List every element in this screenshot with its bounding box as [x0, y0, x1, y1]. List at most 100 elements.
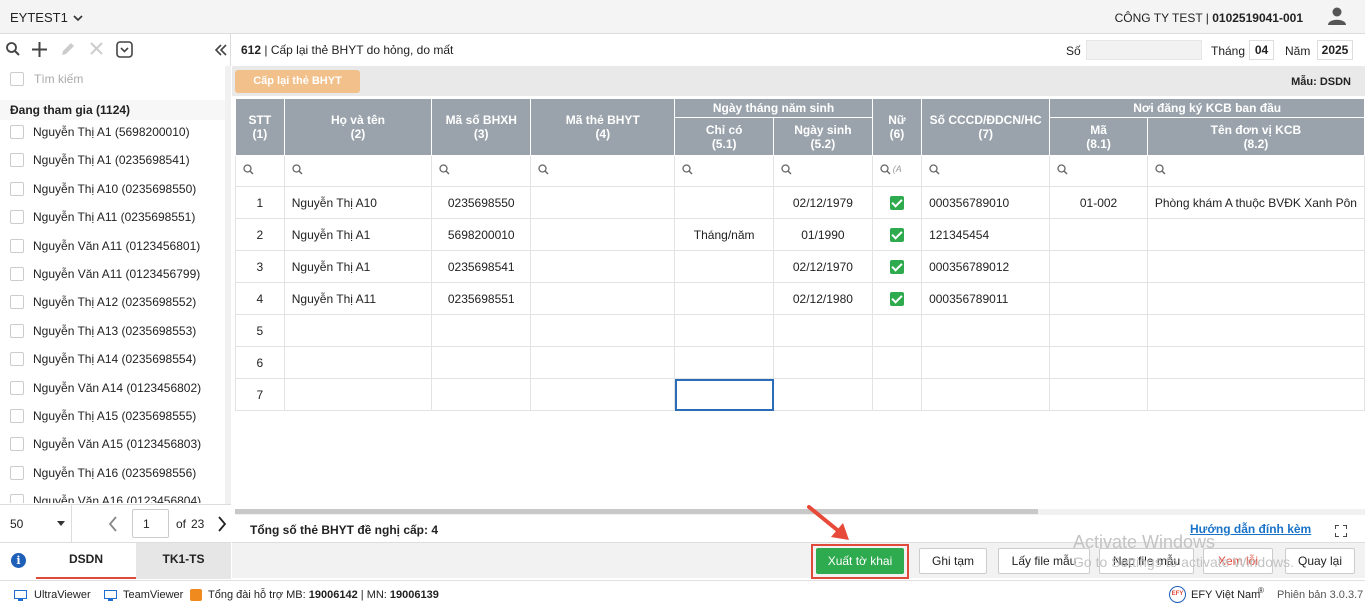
cell-ten-kcb[interactable] — [1146, 218, 1365, 251]
info-icon[interactable]: i — [11, 553, 26, 568]
cell-ten-kcb[interactable] — [1146, 378, 1365, 411]
thang-input[interactable]: 04 — [1249, 40, 1274, 60]
cell-stt[interactable]: 6 — [235, 346, 285, 379]
cell-bhxh[interactable] — [431, 346, 532, 379]
app-switcher[interactable]: EYTEST1 — [10, 10, 83, 25]
ultraviewer-icon[interactable] — [14, 590, 27, 601]
list-item[interactable]: Nguyễn Thị A15 (0235698555) — [10, 408, 225, 428]
cell-ma-kcb[interactable] — [1049, 314, 1148, 347]
cell-cccd[interactable] — [921, 314, 1051, 347]
filter-cell[interactable] — [921, 155, 1051, 187]
quay-lai-button[interactable]: Quay lại — [1285, 548, 1355, 574]
cell-chi-co-selected[interactable] — [674, 378, 775, 411]
fullscreen-icon[interactable] — [1335, 525, 1347, 537]
table-row[interactable]: 3 Nguyễn Thị A1 0235698541 02/12/1970 000356… — [235, 250, 1365, 283]
cell-name[interactable] — [283, 346, 433, 379]
cell-bhyt[interactable] — [530, 282, 676, 315]
cell-stt[interactable]: 3 — [235, 250, 285, 283]
so-input[interactable] — [1086, 40, 1202, 60]
list-item[interactable]: Nguyễn Thị A12 (0235698552) — [10, 294, 225, 314]
tab-dsdn[interactable]: DSDN — [36, 543, 136, 579]
cell-cccd[interactable] — [921, 346, 1051, 379]
cell-ngay-sinh[interactable]: 02/12/1979 — [773, 186, 873, 219]
cell-ngay-sinh[interactable]: 02/12/1970 — [773, 250, 873, 283]
cell-nu[interactable] — [871, 346, 923, 379]
filter-cell[interactable]: (A — [871, 155, 923, 187]
item-checkbox[interactable] — [10, 125, 24, 139]
cell-bhyt[interactable] — [530, 314, 676, 347]
cell-ma-kcb[interactable] — [1049, 346, 1148, 379]
page-input[interactable]: 1 — [132, 509, 169, 538]
item-checkbox[interactable] — [10, 295, 24, 310]
cell-cccd[interactable] — [921, 378, 1051, 411]
cell-chi-co[interactable] — [674, 186, 775, 219]
checked-checkbox-icon[interactable] — [889, 259, 904, 274]
item-checkbox[interactable] — [10, 323, 24, 338]
user-icon[interactable] — [1327, 6, 1347, 26]
list-item[interactable]: Nguyễn Thị A10 (0235698550) — [10, 181, 225, 201]
item-checkbox[interactable] — [10, 153, 24, 168]
cell-bhxh[interactable] — [431, 378, 532, 411]
list-item[interactable]: Nguyễn Thị A11 (0235698551) — [10, 209, 225, 229]
horizontal-scrollbar[interactable] — [235, 509, 1365, 515]
item-checkbox[interactable] — [10, 238, 24, 253]
cell-bhxh[interactable]: 0235698551 — [431, 282, 532, 315]
cell-bhyt[interactable] — [530, 378, 676, 411]
cell-cccd[interactable]: 000356789012 — [921, 250, 1051, 283]
filter-cell[interactable] — [530, 155, 676, 187]
table-row[interactable]: 6 — [235, 346, 1365, 379]
cell-ngay-sinh[interactable]: 02/12/1980 — [773, 282, 873, 315]
cell-ma-kcb[interactable] — [1049, 378, 1148, 411]
item-checkbox[interactable] — [10, 494, 24, 504]
cell-ma-kcb[interactable]: 01-002 — [1049, 186, 1148, 219]
tab-tk1-ts[interactable]: TK1-TS — [136, 543, 231, 579]
cell-ma-kcb[interactable] — [1049, 282, 1148, 315]
cell-ma-kcb[interactable] — [1049, 250, 1148, 283]
table-row[interactable]: 4 Nguyễn Thị A11 0235698551 02/12/1980 00035… — [235, 282, 1365, 315]
table-row[interactable]: 5 — [235, 314, 1365, 347]
prev-page-icon[interactable] — [108, 516, 118, 532]
cell-ma-kcb[interactable] — [1049, 218, 1148, 251]
item-checkbox[interactable] — [10, 267, 24, 281]
list-item[interactable]: Nguyễn Thị A14 (0235698554) — [10, 351, 225, 371]
cell-name[interactable] — [283, 378, 433, 411]
cell-ten-kcb[interactable] — [1146, 282, 1365, 315]
list-item[interactable]: Nguyễn Văn A11 (0123456801) — [10, 238, 225, 258]
list-item[interactable]: Nguyễn Văn A15 (0123456803) — [10, 436, 225, 456]
delete-icon[interactable] — [89, 41, 104, 56]
next-page-icon[interactable] — [217, 516, 227, 532]
cell-bhxh[interactable] — [431, 314, 532, 347]
item-checkbox[interactable] — [10, 210, 24, 225]
list-item[interactable]: Nguyễn Thị A1 (0235698541) — [10, 152, 225, 172]
left-scrollbar[interactable] — [225, 66, 231, 534]
cell-bhyt[interactable] — [530, 250, 676, 283]
cell-chi-co[interactable]: Tháng/năm — [674, 218, 775, 251]
cell-stt[interactable]: 1 — [235, 186, 285, 219]
search-input[interactable]: Tìm kiếm — [34, 72, 83, 86]
filter-cell[interactable] — [1049, 155, 1148, 187]
filter-cell[interactable] — [283, 155, 433, 187]
item-checkbox[interactable] — [10, 437, 24, 452]
filter-cell[interactable] — [235, 155, 285, 187]
cell-stt[interactable]: 5 — [235, 314, 285, 347]
xuat-to-khai-button[interactable]: Xuất tờ khai — [816, 548, 904, 574]
item-checkbox[interactable] — [10, 181, 24, 196]
cell-stt[interactable]: 4 — [235, 282, 285, 315]
cell-name[interactable]: Nguyễn Thị A11 — [283, 282, 433, 315]
item-checkbox[interactable] — [10, 409, 24, 423]
teamviewer-icon[interactable] — [104, 590, 117, 601]
page-size-select[interactable]: 50 — [0, 505, 72, 542]
ghi-tam-button[interactable]: Ghi tạm — [919, 548, 987, 574]
cell-ten-kcb[interactable] — [1146, 314, 1365, 347]
cell-bhyt[interactable] — [530, 346, 676, 379]
list-item[interactable]: Nguyễn Thị A16 (0235698556) — [10, 465, 225, 485]
select-all-checkbox[interactable] — [10, 72, 24, 86]
cell-nu[interactable] — [871, 378, 923, 411]
cell-bhxh[interactable]: 0235698541 — [431, 250, 532, 283]
cell-bhyt[interactable] — [530, 186, 676, 219]
cell-nu[interactable] — [871, 282, 923, 315]
ultraviewer-label[interactable]: UltraViewer — [34, 589, 91, 601]
checked-checkbox-icon[interactable] — [889, 227, 904, 242]
item-checkbox[interactable] — [10, 465, 24, 480]
add-icon[interactable] — [31, 41, 48, 58]
